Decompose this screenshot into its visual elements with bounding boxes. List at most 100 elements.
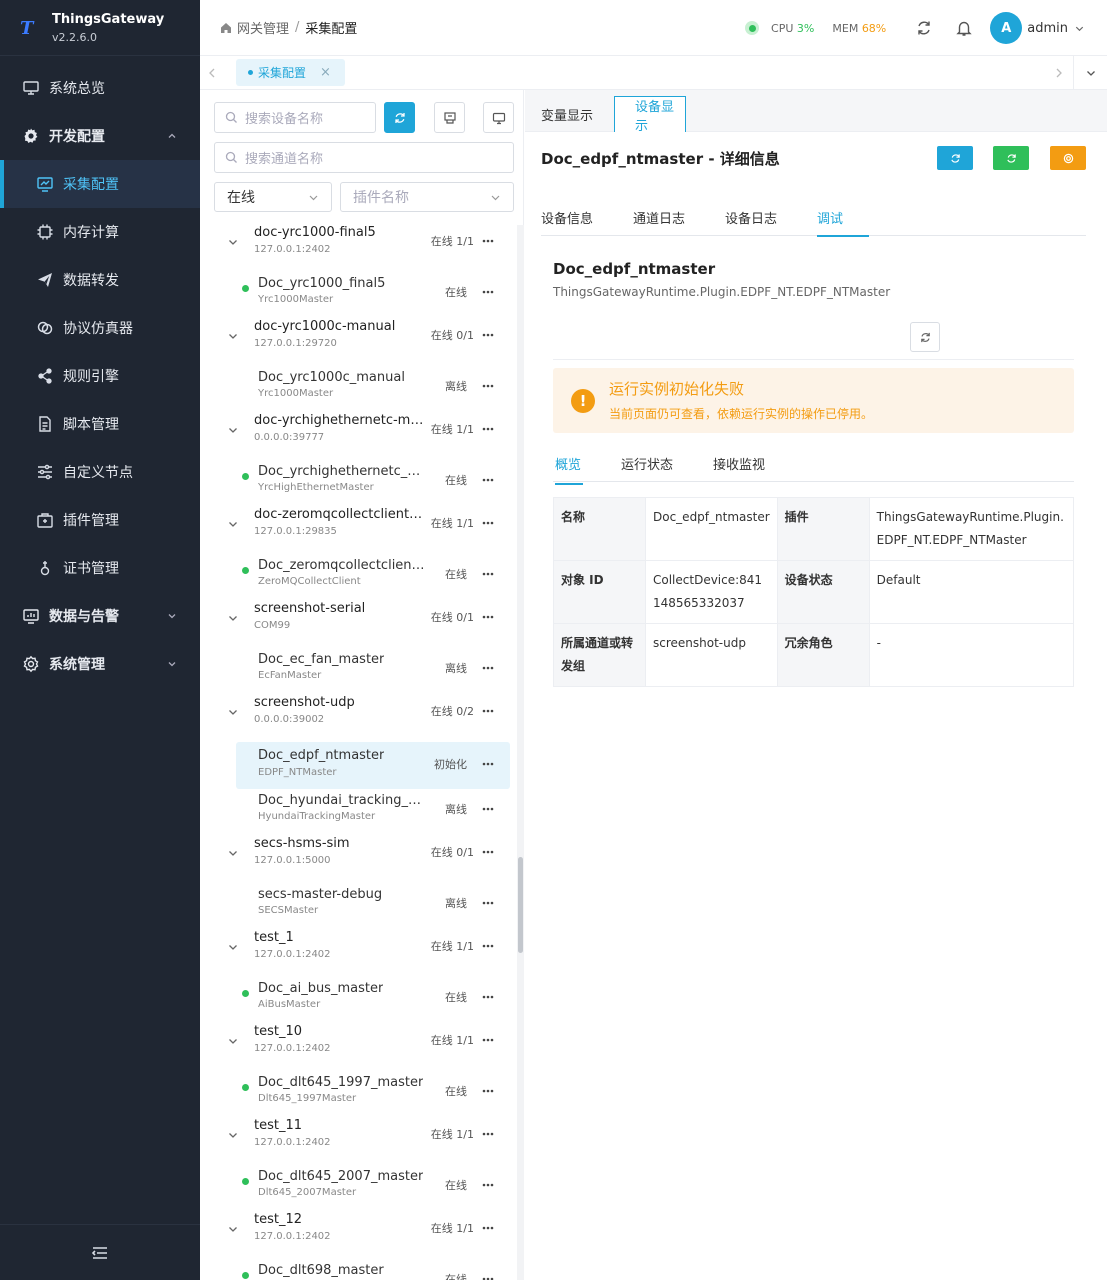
more-icon[interactable] bbox=[482, 709, 494, 713]
user-name[interactable]: admin bbox=[1027, 21, 1068, 36]
chevron-down-icon[interactable] bbox=[227, 1223, 239, 1235]
sidebar-item-system-manage[interactable]: 系统管理 bbox=[0, 640, 200, 688]
channel-search-input[interactable]: 搜索通道名称 bbox=[214, 142, 514, 173]
brand[interactable]: T ThingsGateway v2.2.6.0 bbox=[0, 0, 200, 56]
more-icon[interactable] bbox=[482, 384, 494, 388]
more-icon[interactable] bbox=[482, 572, 494, 576]
chevron-down-icon[interactable] bbox=[227, 236, 239, 248]
tree-device[interactable]: Doc_dlt645_1997_master Dlt645_1997Master 在… bbox=[200, 1071, 516, 1118]
sidebar-item-data-alarm[interactable]: 数据与告警 bbox=[0, 592, 200, 640]
more-icon[interactable] bbox=[482, 1183, 494, 1187]
chevron-right-icon[interactable] bbox=[1053, 66, 1065, 80]
tree-channel[interactable]: test_1 127.0.0.1:2402 在线 1/1 bbox=[200, 930, 516, 977]
settings-button[interactable] bbox=[1050, 146, 1086, 170]
tab-variable-display[interactable]: 变量显示 bbox=[541, 96, 593, 132]
sidebar-item-dev-config[interactable]: 开发配置 bbox=[0, 112, 200, 160]
chevron-down-icon[interactable] bbox=[227, 1129, 239, 1141]
more-icon[interactable] bbox=[482, 1089, 494, 1093]
more-icon[interactable] bbox=[482, 290, 494, 294]
chevron-left-icon[interactable] bbox=[206, 66, 218, 80]
chevron-down-icon[interactable] bbox=[227, 424, 239, 436]
avatar[interactable]: A bbox=[990, 12, 1023, 44]
tab-device-info[interactable]: 设备信息 bbox=[541, 208, 593, 227]
tree-device[interactable]: Doc_dlt645_2007_master Dlt645_2007Master 在… bbox=[200, 1165, 516, 1212]
sidebar-item-overview[interactable]: 系统总览 bbox=[0, 64, 200, 112]
tab-device-log[interactable]: 设备日志 bbox=[725, 208, 777, 227]
home-icon[interactable] bbox=[220, 22, 232, 34]
tree-channel[interactable]: doc-yrc1000-final5 127.0.0.1:2402 在线 1/1 bbox=[200, 225, 516, 272]
tree-channel[interactable]: test_11 127.0.0.1:2402 在线 1/1 bbox=[200, 1118, 516, 1165]
chevron-down-icon[interactable] bbox=[227, 706, 239, 718]
tab-overview[interactable]: 概览 bbox=[555, 454, 584, 485]
device-search-input[interactable]: 搜索设备名称 bbox=[214, 102, 376, 133]
tree-device[interactable]: Doc_edpf_ntmaster EDPF_NTMaster 初始化 bbox=[236, 742, 510, 789]
bell-icon[interactable] bbox=[955, 19, 973, 37]
tree-channel[interactable]: doc-zeromqcollectclientfin... 127.0.0.1:2… bbox=[200, 507, 516, 554]
more-icon[interactable] bbox=[482, 850, 494, 854]
tree-device[interactable]: Doc_yrc1000c_manual Yrc1000Master 离线 bbox=[200, 366, 516, 413]
status-select[interactable]: 在线 bbox=[214, 182, 332, 212]
more-icon[interactable] bbox=[482, 807, 494, 811]
tree-device[interactable]: Doc_hyundai_tracking_master HyundaiTracki… bbox=[200, 789, 516, 836]
plugin-select[interactable]: 插件名称 bbox=[340, 182, 514, 212]
more-icon[interactable] bbox=[482, 1038, 494, 1042]
sidebar-item-plugin-manage[interactable]: 插件管理 bbox=[0, 496, 200, 544]
more-icon[interactable] bbox=[482, 239, 494, 243]
tree-channel[interactable]: screenshot-udp 0.0.0.0:39002 在线 0/2 bbox=[200, 695, 516, 742]
sidebar-item-data-forward[interactable]: 数据转发 bbox=[0, 256, 200, 304]
more-icon[interactable] bbox=[482, 615, 494, 619]
tree-device[interactable]: Doc_zeromqcollectclientfinal... ZeroMQCol… bbox=[200, 554, 516, 601]
more-icon[interactable] bbox=[482, 333, 494, 337]
tabs-dropdown-button[interactable] bbox=[1073, 56, 1107, 90]
breadcrumb-home[interactable]: 网关管理 bbox=[237, 18, 289, 37]
sidebar-item-collect-config[interactable]: 采集配置 bbox=[0, 160, 200, 208]
more-icon[interactable] bbox=[482, 521, 494, 525]
chevron-down-icon[interactable] bbox=[1074, 23, 1085, 34]
more-icon[interactable] bbox=[482, 944, 494, 948]
tree-channel[interactable]: screenshot-serial COM99 在线 0/1 bbox=[200, 601, 516, 648]
restart-button[interactable] bbox=[993, 146, 1029, 170]
tree-channel[interactable]: test_12 127.0.0.1:2402 在线 1/1 bbox=[200, 1212, 516, 1259]
tab-debug[interactable]: 调试 bbox=[817, 208, 870, 237]
tree-channel[interactable]: doc-yrchighethernetc-man... 0.0.0.0:39777… bbox=[200, 413, 516, 460]
tree-device[interactable]: Doc_ai_bus_master AiBusMaster 在线 bbox=[200, 977, 516, 1024]
page-tab-collect-config[interactable]: 采集配置 × bbox=[236, 59, 345, 86]
tree-device[interactable]: Doc_yrchighethernetc_manual YrcHighEthern… bbox=[200, 460, 516, 507]
tree-scrollbar[interactable] bbox=[517, 225, 524, 1280]
more-icon[interactable] bbox=[482, 901, 494, 905]
tree-channel[interactable]: test_10 127.0.0.1:2402 在线 1/1 bbox=[200, 1024, 516, 1071]
reload-button[interactable] bbox=[910, 322, 940, 352]
sidebar-item-memory-compute[interactable]: 内存计算 bbox=[0, 208, 200, 256]
chevron-down-icon[interactable] bbox=[227, 1035, 239, 1047]
chevron-down-icon[interactable] bbox=[227, 330, 239, 342]
tab-runtime-status[interactable]: 运行状态 bbox=[621, 454, 673, 473]
tab-channel-log[interactable]: 通道日志 bbox=[633, 208, 685, 227]
more-icon[interactable] bbox=[482, 1132, 494, 1136]
sidebar-item-protocol-simulator[interactable]: 协议仿真器 bbox=[0, 304, 200, 352]
chevron-down-icon[interactable] bbox=[227, 518, 239, 530]
close-icon[interactable]: × bbox=[320, 65, 331, 80]
more-icon[interactable] bbox=[482, 666, 494, 670]
tab-receive-monitor[interactable]: 接收监视 bbox=[713, 454, 765, 473]
more-icon[interactable] bbox=[482, 427, 494, 431]
sidebar-item-custom-node[interactable]: 自定义节点 bbox=[0, 448, 200, 496]
chevron-down-icon[interactable] bbox=[227, 612, 239, 624]
chevron-down-icon[interactable] bbox=[227, 847, 239, 859]
refresh-icon[interactable] bbox=[915, 19, 933, 37]
chevron-down-icon[interactable] bbox=[227, 941, 239, 953]
refresh-button[interactable] bbox=[937, 146, 973, 170]
tree-device[interactable]: secs-master-debug SECSMaster 离线 bbox=[200, 883, 516, 930]
more-icon[interactable] bbox=[482, 995, 494, 999]
more-icon[interactable] bbox=[482, 762, 494, 766]
tree-channel[interactable]: doc-yrc1000c-manual 127.0.0.1:29720 在线 0/1 bbox=[200, 319, 516, 366]
tree-device[interactable]: Doc_ec_fan_master EcFanMaster 离线 bbox=[200, 648, 516, 695]
tab-device-display[interactable]: 设备显示 bbox=[614, 96, 686, 134]
sidebar-item-script-manage[interactable]: 脚本管理 bbox=[0, 400, 200, 448]
tree-device[interactable]: Doc_dlt698_masterDlt698Master在线 bbox=[200, 1259, 516, 1280]
display-button[interactable] bbox=[483, 102, 514, 133]
collapse-sidebar-button[interactable] bbox=[0, 1224, 200, 1280]
scrollbar-thumb[interactable] bbox=[518, 857, 523, 953]
more-icon[interactable] bbox=[482, 478, 494, 482]
sidebar-item-cert-manage[interactable]: 证书管理 bbox=[0, 544, 200, 592]
sidebar-item-rule-engine[interactable]: 规则引擎 bbox=[0, 352, 200, 400]
